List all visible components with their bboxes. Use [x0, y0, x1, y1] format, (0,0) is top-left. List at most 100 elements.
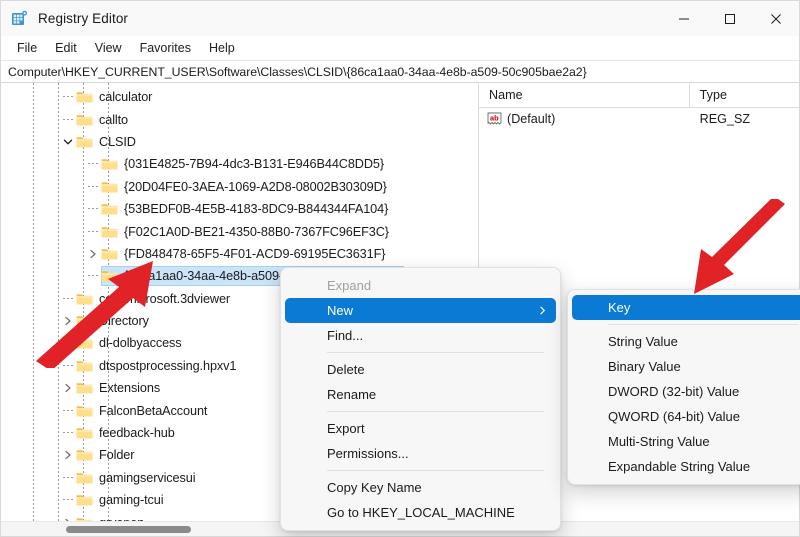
tree-connector-line: [60, 489, 76, 511]
menu-item-edit[interactable]: Edit: [46, 39, 86, 57]
submenu-item-binary-value[interactable]: Binary Value: [572, 354, 800, 379]
tree-item-label: dtspostprocessing.hpxv1: [99, 358, 237, 373]
tree-item-label: callto: [99, 112, 129, 127]
submenu-item-qword-64-bit-value[interactable]: QWORD (64-bit) Value: [572, 404, 800, 429]
tree-item-label: {031E4825-7B94-4dc3-B131-E946B44C8DD5}: [124, 157, 385, 172]
menu-item-view[interactable]: View: [86, 39, 131, 57]
context-menu-item-copy-key-name[interactable]: Copy Key Name: [285, 475, 556, 500]
tree-item[interactable]: {FD848478-65F5-4F01-ACD9-69195EC3631F}: [1, 243, 478, 265]
tree-item-label: calculator: [99, 90, 153, 105]
minimize-icon[interactable]: [661, 1, 707, 36]
menu-item-favorites[interactable]: Favorites: [131, 39, 200, 57]
folder-icon: [101, 157, 118, 171]
submenu-item-string-value[interactable]: String Value: [572, 329, 800, 354]
submenu-item-label: String Value: [608, 334, 678, 349]
submenu-item-key[interactable]: Key: [572, 295, 800, 320]
address-path: Computer\HKEY_CURRENT_USER\Software\Clas…: [8, 64, 587, 79]
menu-separator: [327, 352, 544, 353]
folder-icon: [76, 90, 93, 104]
context-menu-item-rename[interactable]: Rename: [285, 382, 556, 407]
submenu-item-expandable-string-value[interactable]: Expandable String Value: [572, 454, 800, 479]
folder-icon: [76, 426, 93, 440]
context-menu-item-delete[interactable]: Delete: [285, 357, 556, 382]
submenu-item-label: Key: [608, 300, 631, 315]
menu-separator: [327, 411, 544, 412]
value-name-cell: ab (Default): [479, 108, 690, 130]
new-submenu: Key String Value Binary Value DWORD (32-bit…: [567, 289, 800, 485]
folder-icon: [76, 448, 93, 462]
menu-separator: [327, 470, 544, 471]
tree-item-label: {FD848478-65F5-4F01-ACD9-69195EC3631F}: [124, 246, 386, 261]
tree-connector-line: [85, 176, 101, 198]
tree-connector-line: [60, 422, 76, 444]
tree-connector-line: [60, 467, 76, 489]
submenu-item-multi-string-value[interactable]: Multi-String Value: [572, 429, 800, 454]
tree-connector-line: [85, 198, 101, 220]
chevron-down-icon[interactable]: [60, 131, 76, 153]
context-menu-item-expand: Expand: [285, 273, 556, 298]
context-menu-item-label: Export: [327, 421, 365, 436]
tree-item[interactable]: {20D04FE0-3AEA-1069-A2D8-08002B30309D}: [1, 176, 478, 198]
tree-item-label: CLSID: [99, 134, 136, 149]
context-menu: Expand New Find... Delete Rename Export Permis…: [280, 267, 561, 531]
tree-item-label: Directory: [99, 314, 149, 329]
chevron-right-icon: [538, 298, 547, 323]
menu-separator: [608, 324, 798, 325]
value-name-text: (Default): [507, 112, 556, 126]
context-menu-item-go-to-hkey-local-machine[interactable]: Go to HKEY_LOCAL_MACHINE: [285, 500, 556, 525]
tree-item[interactable]: calculator: [1, 86, 478, 108]
context-menu-item-label: Copy Key Name: [327, 480, 422, 495]
tree-item[interactable]: {F02C1A0D-BE21-4350-88B0-7367FC96EF3C}: [1, 220, 478, 242]
context-menu-item-new[interactable]: New: [285, 298, 556, 323]
scrollbar-thumb[interactable]: [66, 525, 191, 533]
column-header-type[interactable]: Type: [690, 83, 799, 107]
context-menu-item-label: Delete: [327, 362, 365, 377]
submenu-item-dword-32-bit-value[interactable]: DWORD (32-bit) Value: [572, 379, 800, 404]
tree-item[interactable]: callto: [1, 108, 478, 130]
address-bar[interactable]: Computer\HKEY_CURRENT_USER\Software\Clas…: [1, 60, 799, 83]
folder-icon: [101, 225, 118, 239]
submenu-item-label: DWORD (32-bit) Value: [608, 384, 740, 399]
tree-connector-line: [60, 400, 76, 422]
tree-item-label: {F02C1A0D-BE21-4350-88B0-7367FC96EF3C}: [124, 224, 389, 239]
registry-editor-window: Registry Editor File Edit View Favorites…: [0, 0, 800, 537]
chevron-right-icon[interactable]: [60, 444, 76, 466]
context-menu-item-label: Go to HKEY_LOCAL_MACHINE: [327, 505, 515, 520]
table-row[interactable]: ab (Default) REG_SZ: [479, 108, 799, 130]
tree-item[interactable]: {53BEDF0B-4E5B-4183-8DC9-B844344FA104}: [1, 198, 478, 220]
title-bar: Registry Editor: [1, 1, 799, 36]
context-menu-item-label: Rename: [327, 387, 377, 402]
submenu-item-label: QWORD (64-bit) Value: [608, 409, 740, 424]
registry-icon: [11, 10, 29, 28]
context-menu-item-export[interactable]: Export: [285, 416, 556, 441]
string-value-icon: ab: [487, 112, 502, 126]
tree-connector-line: [60, 332, 76, 354]
chevron-right-icon[interactable]: [85, 243, 101, 265]
submenu-item-label: Binary Value: [608, 359, 681, 374]
context-menu-item-find[interactable]: Find...: [285, 323, 556, 348]
tree-item-label: FalconBetaAccount: [99, 403, 208, 418]
tree-item[interactable]: CLSID: [1, 131, 478, 153]
column-header-name[interactable]: Name: [479, 83, 690, 107]
submenu-item-label: Expandable String Value: [608, 459, 751, 474]
tree-item-label: gamingservicesui: [99, 470, 196, 485]
tree-connector-line: [85, 153, 101, 175]
tree-item-label: {53BEDF0B-4E5B-4183-8DC9-B844344FA104}: [124, 202, 389, 217]
window-title: Registry Editor: [38, 11, 129, 26]
menu-item-file[interactable]: File: [8, 39, 46, 57]
folder-icon: [76, 404, 93, 418]
context-menu-item-permissions[interactable]: Permissions...: [285, 441, 556, 466]
folder-icon: [76, 336, 93, 350]
chevron-right-icon[interactable]: [60, 310, 76, 332]
tree-connector-line: [60, 355, 76, 377]
folder-icon: [101, 247, 118, 261]
chevron-right-icon[interactable]: [60, 377, 76, 399]
folder-icon: [76, 292, 93, 306]
tree-item-label: feedback-hub: [99, 426, 175, 441]
tree-item[interactable]: {031E4825-7B94-4dc3-B131-E946B44C8DD5}: [1, 153, 478, 175]
tree-item-label: com.microsoft.3dviewer: [99, 291, 231, 306]
tree-connector-line: [85, 265, 101, 287]
close-icon[interactable]: [753, 1, 799, 36]
maximize-icon[interactable]: [707, 1, 753, 36]
menu-item-help[interactable]: Help: [200, 39, 244, 57]
